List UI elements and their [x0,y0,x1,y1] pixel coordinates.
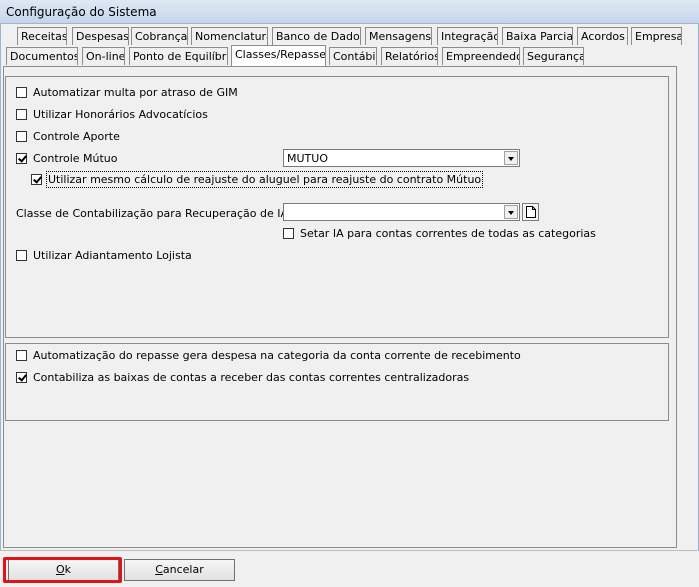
chevron-down-icon[interactable] [504,151,518,165]
tab-empreendedor[interactable]: Empreendedor [442,47,520,65]
tab-mensagens[interactable]: Mensagens [365,27,432,45]
checkbox-box[interactable] [16,130,27,142]
checkbox-label: Setar IA para contas correntes de todas … [300,226,596,240]
window-title: Configuração do Sistema [6,5,157,19]
checkbox-honorarios[interactable]: Utilizar Honorários Advocatícios [16,106,208,122]
checkbox-label: Utilizar Adiantamento Lojista [33,248,192,262]
checkbox-box[interactable] [16,86,27,98]
checkbox-label: Automatização do repasse gera despesa na… [33,348,521,362]
tab-nomenclatura[interactable]: Nomenclatura [191,27,268,45]
checkbox-label: Automatizar multa por atraso de GIM [33,85,238,99]
document-icon [526,206,536,218]
tab-classes-repasse[interactable]: Classes/Repasse [231,45,326,66]
new-document-button[interactable] [522,203,539,221]
checkbox-mesmo-calculo-reajuste[interactable]: Utilizar mesmo cálculo de reajuste do al… [31,170,484,188]
tab-despesas[interactable]: Despesas [72,27,129,45]
checkbox-label: Controle Mútuo [33,151,118,165]
tab-baixa-parcial[interactable]: Baixa Parcial [502,27,573,45]
tab-online[interactable]: On-line [82,47,125,65]
tab-documentos[interactable]: Documentos [6,47,78,65]
checkbox-adiantamento-lojista[interactable]: Utilizar Adiantamento Lojista [16,247,192,263]
combo-value: MUTUO [287,152,328,165]
checkbox-contabiliza-baixas[interactable]: Contabiliza as baixas de contas a recebe… [16,369,469,385]
tab-empresa[interactable]: Empresa [631,27,682,45]
tab-contabil[interactable]: Contábil [329,47,377,65]
ok-label: k [64,563,72,576]
tab-cobranca[interactable]: Cobrança [131,27,188,45]
checkbox-automatizacao-repasse[interactable]: Automatização do repasse gera despesa na… [16,347,521,363]
checkbox-box[interactable] [16,371,27,383]
checkbox-automatizar-multa[interactable]: Automatizar multa por atraso de GIM [16,84,238,100]
checkbox-controle-aporte[interactable]: Controle Aporte [16,128,120,144]
title-bar: Configuração do Sistema [0,0,699,24]
cancel-label: ancelar [162,563,204,576]
classe-contabilizacao-combo[interactable] [283,203,520,221]
tab-relatorios[interactable]: Relatórios [381,47,438,65]
checkbox-controle-mutuo[interactable]: Controle Mútuo [16,150,118,166]
tab-banco-de-dados[interactable]: Banco de Dados [272,27,361,45]
checkbox-box[interactable] [283,227,294,239]
chevron-down-icon[interactable] [504,205,518,219]
checkbox-box[interactable] [16,108,27,120]
checkbox-box[interactable] [31,173,42,185]
tab-integracao[interactable]: Integração [437,27,498,45]
checkbox-label: Utilizar Honorários Advocatícios [33,107,208,121]
cancel-accel: C [155,563,163,576]
tab-receitas[interactable]: Receitas [17,27,67,45]
checkbox-label: Utilizar mesmo cálculo de reajuste do al… [45,170,484,188]
checkbox-box[interactable] [16,249,27,261]
mutuo-combo[interactable]: MUTUO [283,149,520,167]
ok-accel: O [55,563,65,576]
tab-acordos[interactable]: Acordos [577,27,628,45]
ok-button[interactable]: Ok [8,559,119,581]
checkbox-setar-ia[interactable]: Setar IA para contas correntes de todas … [283,225,596,241]
classe-contabilizacao-label: Classe de Contabilização para Recuperaçã… [16,207,289,220]
tab-seguranca[interactable]: Segurança [523,47,584,65]
cancel-button[interactable]: Cancelar [124,559,235,581]
tab-ponto-de-equilibrio[interactable]: Ponto de Equilíbrio [129,47,228,65]
checkbox-box[interactable] [16,152,27,164]
checkbox-label: Controle Aporte [33,129,120,143]
checkbox-label: Contabiliza as baixas de contas a recebe… [33,370,470,384]
checkbox-box[interactable] [16,349,27,361]
